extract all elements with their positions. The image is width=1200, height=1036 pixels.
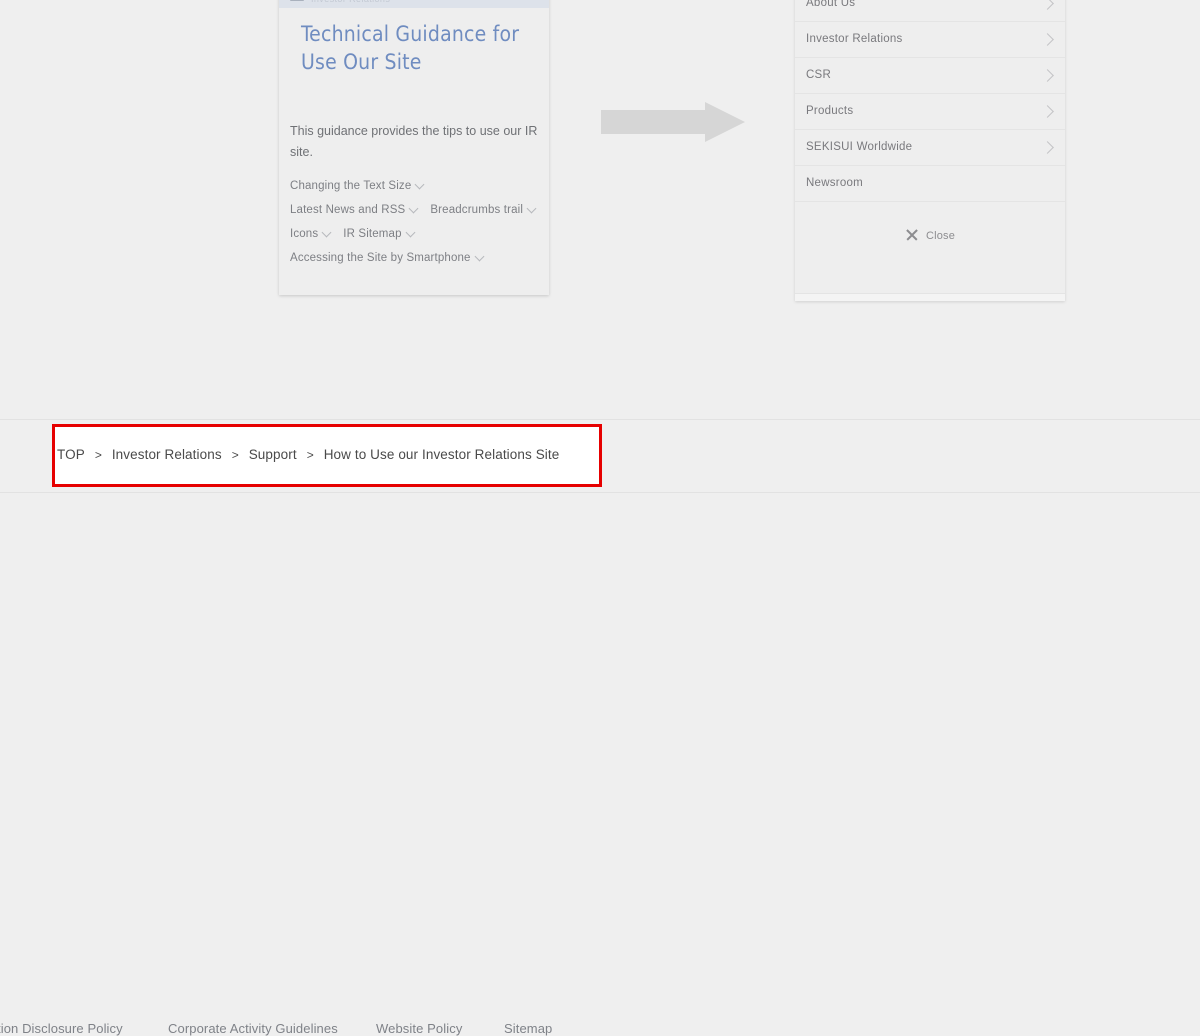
guidance-link-text-size[interactable]: Changing the Text Size bbox=[290, 180, 411, 192]
breadcrumb-item-investor-relations[interactable]: Investor Relations bbox=[112, 447, 222, 462]
global-navigation-panel: About Us Investor Relations CSR Products… bbox=[795, 0, 1065, 301]
card-header-bar: Investor Relations bbox=[279, 0, 549, 8]
menu-item-label: Investor Relations bbox=[806, 33, 903, 45]
guidance-link-latest-news-rss[interactable]: Latest News and RSS bbox=[290, 204, 405, 216]
menu-item-label: About Us bbox=[806, 0, 856, 9]
guidance-link-smartphone[interactable]: Accessing the Site by Smartphone bbox=[290, 252, 471, 264]
guidance-link-ir-sitemap[interactable]: IR Sitemap bbox=[343, 228, 401, 240]
breadcrumb-separator: > bbox=[306, 448, 314, 462]
chevron-right-icon bbox=[1041, 0, 1054, 10]
footer-link-website-policy[interactable]: Website Policy bbox=[376, 1021, 462, 1036]
menu-item-about-us[interactable]: About Us bbox=[795, 0, 1065, 22]
page-title: Technical Guidance for Use Our Site bbox=[301, 22, 520, 74]
menu-item-csr[interactable]: CSR bbox=[795, 58, 1065, 94]
menu-item-label: Newsroom bbox=[806, 177, 863, 189]
footer-link-sitemap[interactable]: Sitemap bbox=[504, 1021, 552, 1036]
chevron-right-icon bbox=[1041, 105, 1054, 118]
chevron-right-icon bbox=[1041, 141, 1054, 154]
chevron-down-icon[interactable] bbox=[322, 227, 333, 238]
breadcrumb-separator: > bbox=[231, 448, 239, 462]
chevron-down-icon[interactable] bbox=[527, 203, 538, 214]
chevron-down-icon[interactable] bbox=[475, 251, 486, 262]
card-header-label: Investor Relations bbox=[311, 0, 390, 4]
menu-item-sekisui-worldwide[interactable]: SEKISUI Worldwide bbox=[795, 130, 1065, 166]
menu-item-label: CSR bbox=[806, 69, 832, 81]
page-canvas: Investor Relations Technical Guidance fo… bbox=[0, 0, 1200, 1036]
arrow-right-icon bbox=[601, 102, 745, 142]
chevron-down-icon[interactable] bbox=[406, 227, 417, 238]
guidance-link-row: Changing the Text Size bbox=[290, 176, 545, 194]
menu-item-investor-relations[interactable]: Investor Relations bbox=[795, 22, 1065, 58]
close-x-icon bbox=[905, 228, 919, 242]
guidance-link-row: Latest News and RSS Breadcrumbs trail bbox=[290, 200, 545, 218]
breadcrumb-item-current: How to Use our Investor Relations Site bbox=[323, 447, 560, 462]
menu-icon bbox=[290, 0, 304, 1]
guidance-link-row: Icons IR Sitemap bbox=[290, 224, 545, 242]
breadcrumb-item-top[interactable]: TOP bbox=[57, 447, 85, 462]
guidance-description: This guidance provides the tips to use o… bbox=[290, 124, 538, 159]
menu-footer-strip bbox=[795, 294, 1065, 301]
breadcrumb-item-support[interactable]: Support bbox=[249, 447, 297, 462]
guidance-link-breadcrumbs-trail[interactable]: Breadcrumbs trail bbox=[430, 204, 523, 216]
chevron-down-icon[interactable] bbox=[409, 203, 420, 214]
guidance-link-row: Accessing the Site by Smartphone bbox=[290, 248, 545, 266]
menu-item-newsroom[interactable]: Newsroom bbox=[795, 166, 1065, 202]
footer-link-corporate-activity-guidelines[interactable]: Corporate Activity Guidelines bbox=[168, 1021, 338, 1036]
close-menu-button[interactable]: Close bbox=[795, 202, 1065, 294]
menu-item-products[interactable]: Products bbox=[795, 94, 1065, 130]
chevron-down-icon[interactable] bbox=[415, 179, 426, 190]
close-button-content: Close bbox=[795, 226, 1065, 244]
menu-item-label: Products bbox=[806, 105, 854, 117]
menu-item-label: SEKISUI Worldwide bbox=[806, 141, 913, 153]
chevron-right-icon bbox=[1041, 69, 1054, 82]
guidance-link-list: Changing the Text Size Latest News and R… bbox=[290, 176, 545, 272]
technical-guidance-card: Investor Relations Technical Guidance fo… bbox=[279, 0, 549, 295]
guidance-link-icons[interactable]: Icons bbox=[290, 228, 318, 240]
breadcrumb: TOP > Investor Relations > Support > How to Us… bbox=[57, 446, 559, 464]
footer-link-disclosure-policy[interactable]: tion Disclosure Policy bbox=[0, 1021, 123, 1036]
footer: tion Disclosure Policy Corporate Activit… bbox=[0, 493, 1200, 1036]
chevron-right-icon bbox=[1041, 33, 1054, 46]
breadcrumb-separator: > bbox=[94, 448, 102, 462]
close-button-label: Close bbox=[925, 230, 956, 242]
